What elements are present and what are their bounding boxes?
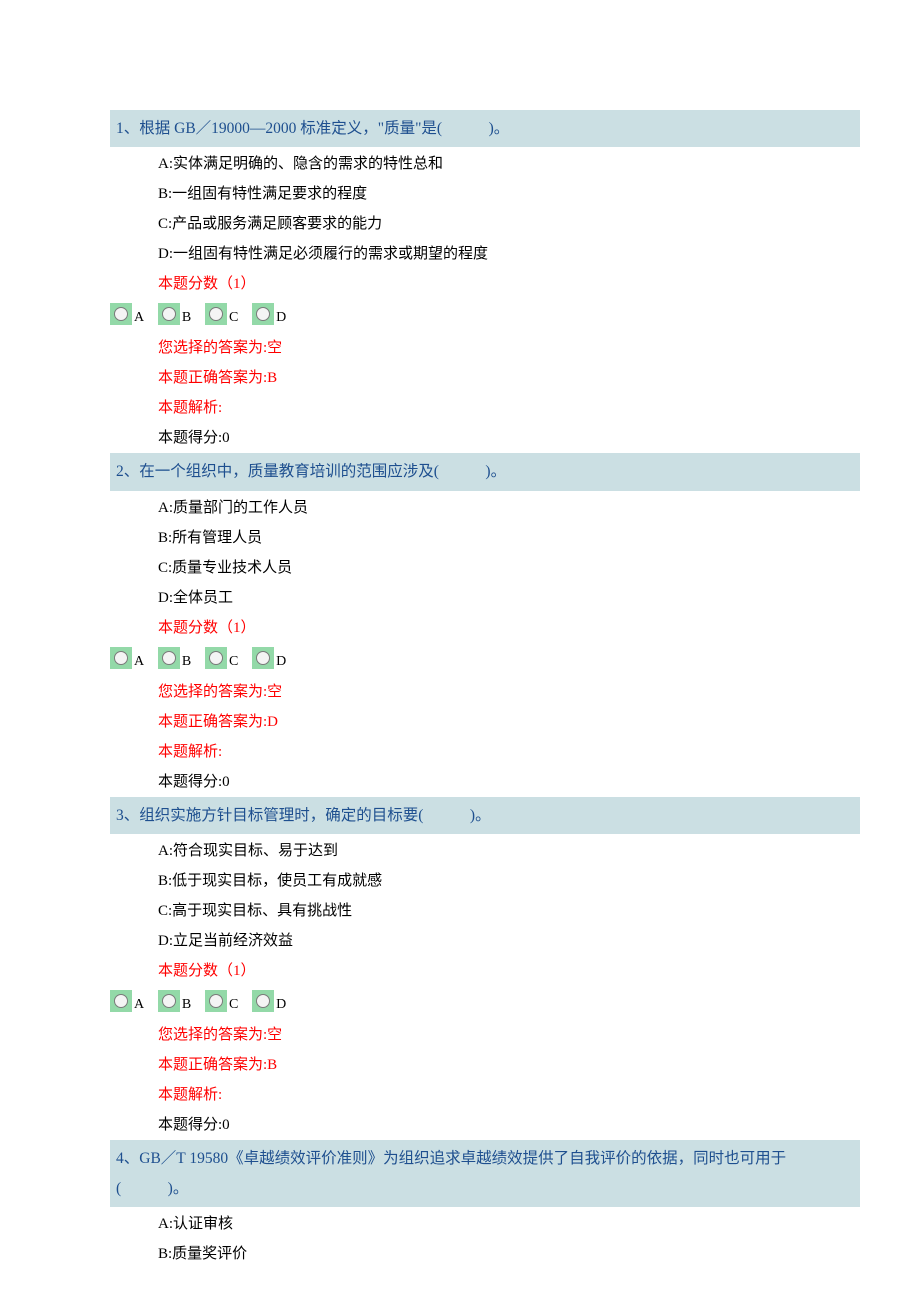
radio-d[interactable] xyxy=(252,647,274,669)
question-2-result: 您选择的答案为:空 本题正确答案为:D 本题解析: 本题得分:0 xyxy=(110,677,860,797)
radio-a[interactable] xyxy=(110,990,132,1012)
question-4-title: 4、GB／T 19580《卓越绩效评价准则》为组织追求卓越绩效提供了自我评价的依… xyxy=(110,1140,860,1207)
radio-a-label: A xyxy=(134,654,144,670)
radio-a[interactable] xyxy=(110,303,132,325)
question-1-options: A:实体满足明确的、隐含的需求的特性总和 B:一组固有特性满足要求的程度 C:产… xyxy=(110,149,860,269)
radio-a-label: A xyxy=(134,997,144,1013)
question-3-choices: A B C D xyxy=(110,986,860,1020)
option-b: B:低于现实目标，使员工有成就感 xyxy=(158,866,860,896)
analysis: 本题解析: xyxy=(158,1080,860,1110)
radio-d-label: D xyxy=(276,997,286,1013)
radio-c-label: C xyxy=(229,997,238,1013)
radio-b[interactable] xyxy=(158,647,180,669)
question-2-title: 2、在一个组织中，质量教育培训的范围应涉及( )。 xyxy=(110,453,860,490)
question-1-choices: A B C D xyxy=(110,299,860,333)
option-d: D:一组固有特性满足必须履行的需求或期望的程度 xyxy=(158,239,860,269)
question-2-score: 本题分数（1） xyxy=(110,613,860,643)
question-3-title: 3、组织实施方针目标管理时，确定的目标要( )。 xyxy=(110,797,860,834)
option-a: A:实体满足明确的、隐含的需求的特性总和 xyxy=(158,149,860,179)
question-3-options: A:符合现实目标、易于达到 B:低于现实目标，使员工有成就感 C:高于现实目标、… xyxy=(110,836,860,956)
correct-answer: 本题正确答案为:D xyxy=(158,707,860,737)
option-d: D:全体员工 xyxy=(158,583,860,613)
correct-answer: 本题正确答案为:B xyxy=(158,363,860,393)
question-4-options: A:认证审核 B:质量奖评价 xyxy=(110,1209,860,1269)
radio-a-label: A xyxy=(134,310,144,326)
option-a: A:质量部门的工作人员 xyxy=(158,493,860,523)
question-3-result: 您选择的答案为:空 本题正确答案为:B 本题解析: 本题得分:0 xyxy=(110,1020,860,1140)
radio-b[interactable] xyxy=(158,990,180,1012)
radio-b-label: B xyxy=(182,654,191,670)
analysis: 本题解析: xyxy=(158,737,860,767)
selected-answer: 您选择的答案为:空 xyxy=(158,1020,860,1050)
radio-d[interactable] xyxy=(252,303,274,325)
radio-c-label: C xyxy=(229,654,238,670)
option-c: C:高于现实目标、具有挑战性 xyxy=(158,896,860,926)
radio-b-label: B xyxy=(182,310,191,326)
question-1-result: 您选择的答案为:空 本题正确答案为:B 本题解析: 本题得分:0 xyxy=(110,333,860,453)
selected-answer: 您选择的答案为:空 xyxy=(158,333,860,363)
option-c: C:产品或服务满足顾客要求的能力 xyxy=(158,209,860,239)
option-d: D:立足当前经济效益 xyxy=(158,926,860,956)
radio-d-label: D xyxy=(276,310,286,326)
radio-c[interactable] xyxy=(205,647,227,669)
radio-c[interactable] xyxy=(205,303,227,325)
correct-answer: 本题正确答案为:B xyxy=(158,1050,860,1080)
got-score: 本题得分:0 xyxy=(158,423,860,453)
question-2-choices: A B C D xyxy=(110,643,860,677)
radio-a[interactable] xyxy=(110,647,132,669)
question-1-score: 本题分数（1） xyxy=(110,269,860,299)
question-3-score: 本题分数（1） xyxy=(110,956,860,986)
option-a: A:符合现实目标、易于达到 xyxy=(158,836,860,866)
radio-c-label: C xyxy=(229,310,238,326)
option-c: C:质量专业技术人员 xyxy=(158,553,860,583)
option-a: A:认证审核 xyxy=(158,1209,860,1239)
question-2-options: A:质量部门的工作人员 B:所有管理人员 C:质量专业技术人员 D:全体员工 xyxy=(110,493,860,613)
radio-d-label: D xyxy=(276,654,286,670)
option-b: B:所有管理人员 xyxy=(158,523,860,553)
question-1-title: 1、根据 GB／19000—2000 标准定义，"质量"是( )。 xyxy=(110,110,860,147)
selected-answer: 您选择的答案为:空 xyxy=(158,677,860,707)
radio-b[interactable] xyxy=(158,303,180,325)
got-score: 本题得分:0 xyxy=(158,767,860,797)
option-b: B:一组固有特性满足要求的程度 xyxy=(158,179,860,209)
option-b: B:质量奖评价 xyxy=(158,1239,860,1269)
radio-b-label: B xyxy=(182,997,191,1013)
radio-c[interactable] xyxy=(205,990,227,1012)
radio-d[interactable] xyxy=(252,990,274,1012)
got-score: 本题得分:0 xyxy=(158,1110,860,1140)
analysis: 本题解析: xyxy=(158,393,860,423)
